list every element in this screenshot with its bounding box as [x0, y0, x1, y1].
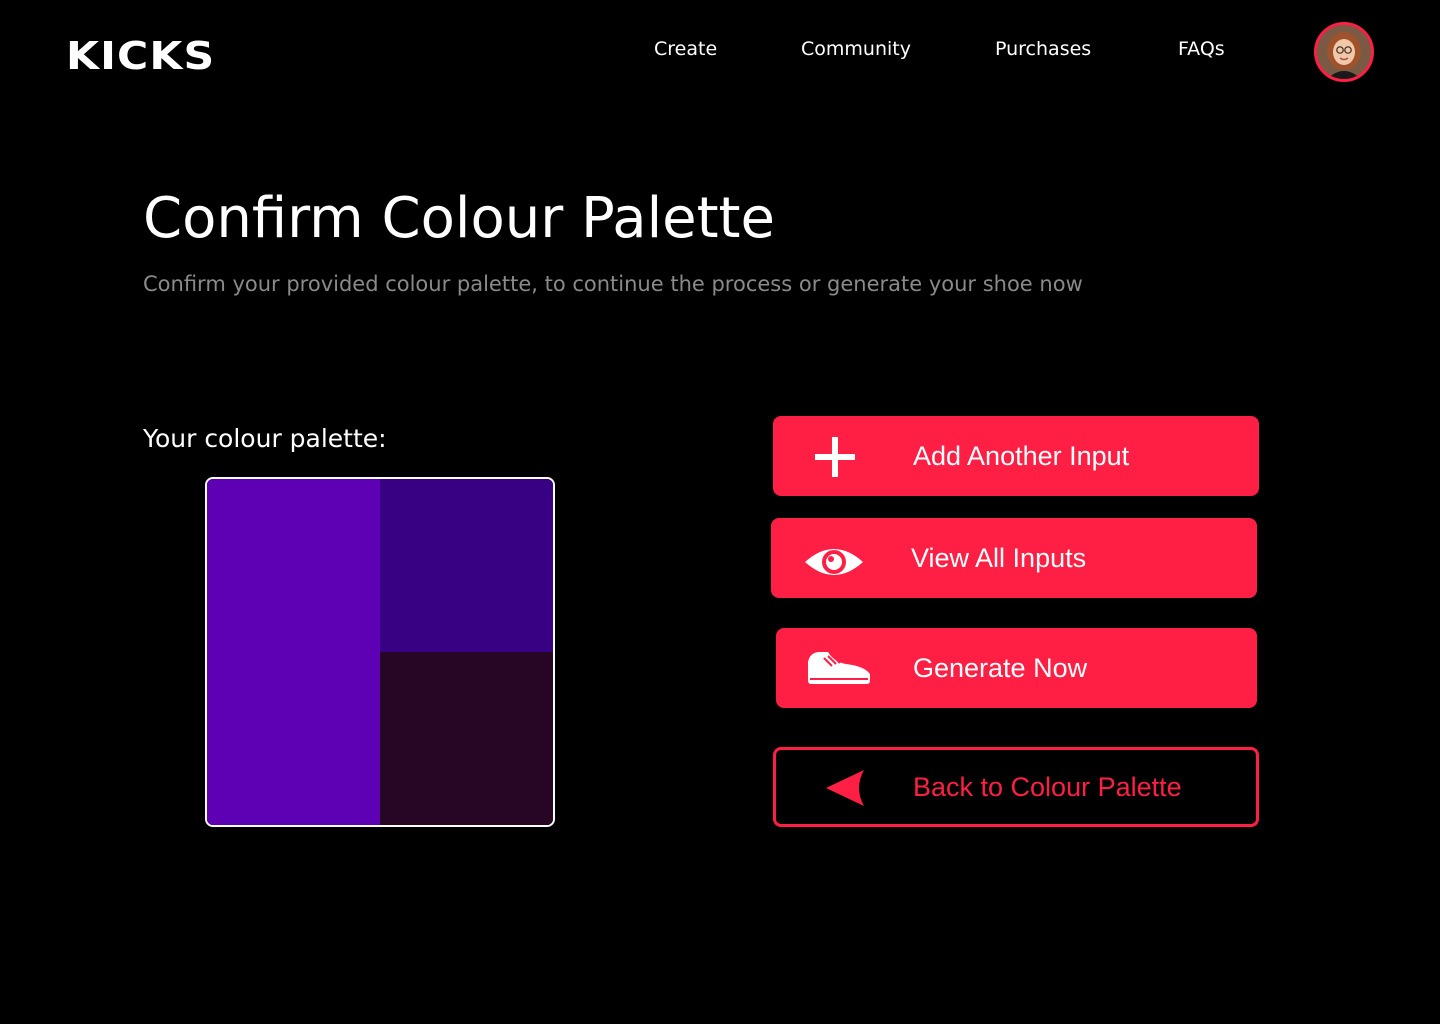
colour-palette-preview: [205, 477, 555, 827]
add-another-input-button[interactable]: Add Another Input: [773, 416, 1259, 496]
nav-faqs[interactable]: FAQs: [1178, 38, 1225, 60]
arrow-left-icon: [826, 770, 864, 806]
view-all-inputs-button[interactable]: View All Inputs: [771, 518, 1257, 598]
sneaker-icon: [808, 652, 870, 684]
add-another-input-label: Add Another Input: [913, 440, 1130, 471]
page-title: Confirm Colour Palette: [143, 186, 775, 251]
back-to-colour-palette-label: Back to Colour Palette: [913, 771, 1182, 802]
palette-swatch-2: [380, 479, 553, 652]
view-all-inputs-label: View All Inputs: [911, 542, 1087, 573]
palette-swatch-3: [380, 652, 553, 825]
page-subtitle: Confirm your provided colour palette, to…: [143, 272, 1083, 296]
back-to-colour-palette-button[interactable]: Back to Colour Palette: [773, 747, 1259, 827]
generate-now-button[interactable]: Generate Now: [776, 628, 1257, 708]
page: KICKS Create Community Purchases FAQs Co…: [0, 0, 1440, 1024]
nav-community[interactable]: Community: [801, 38, 911, 60]
plus-icon: [815, 437, 855, 477]
main-nav: Create Community Purchases FAQs: [0, 38, 1440, 68]
nav-create[interactable]: Create: [654, 38, 717, 60]
avatar[interactable]: [1314, 22, 1374, 82]
nav-purchases[interactable]: Purchases: [995, 38, 1091, 60]
generate-now-label: Generate Now: [913, 652, 1088, 683]
eye-icon: [805, 549, 863, 575]
palette-label: Your colour palette:: [143, 424, 387, 453]
user-avatar-icon: [1317, 25, 1371, 79]
palette-swatch-1: [207, 479, 380, 825]
